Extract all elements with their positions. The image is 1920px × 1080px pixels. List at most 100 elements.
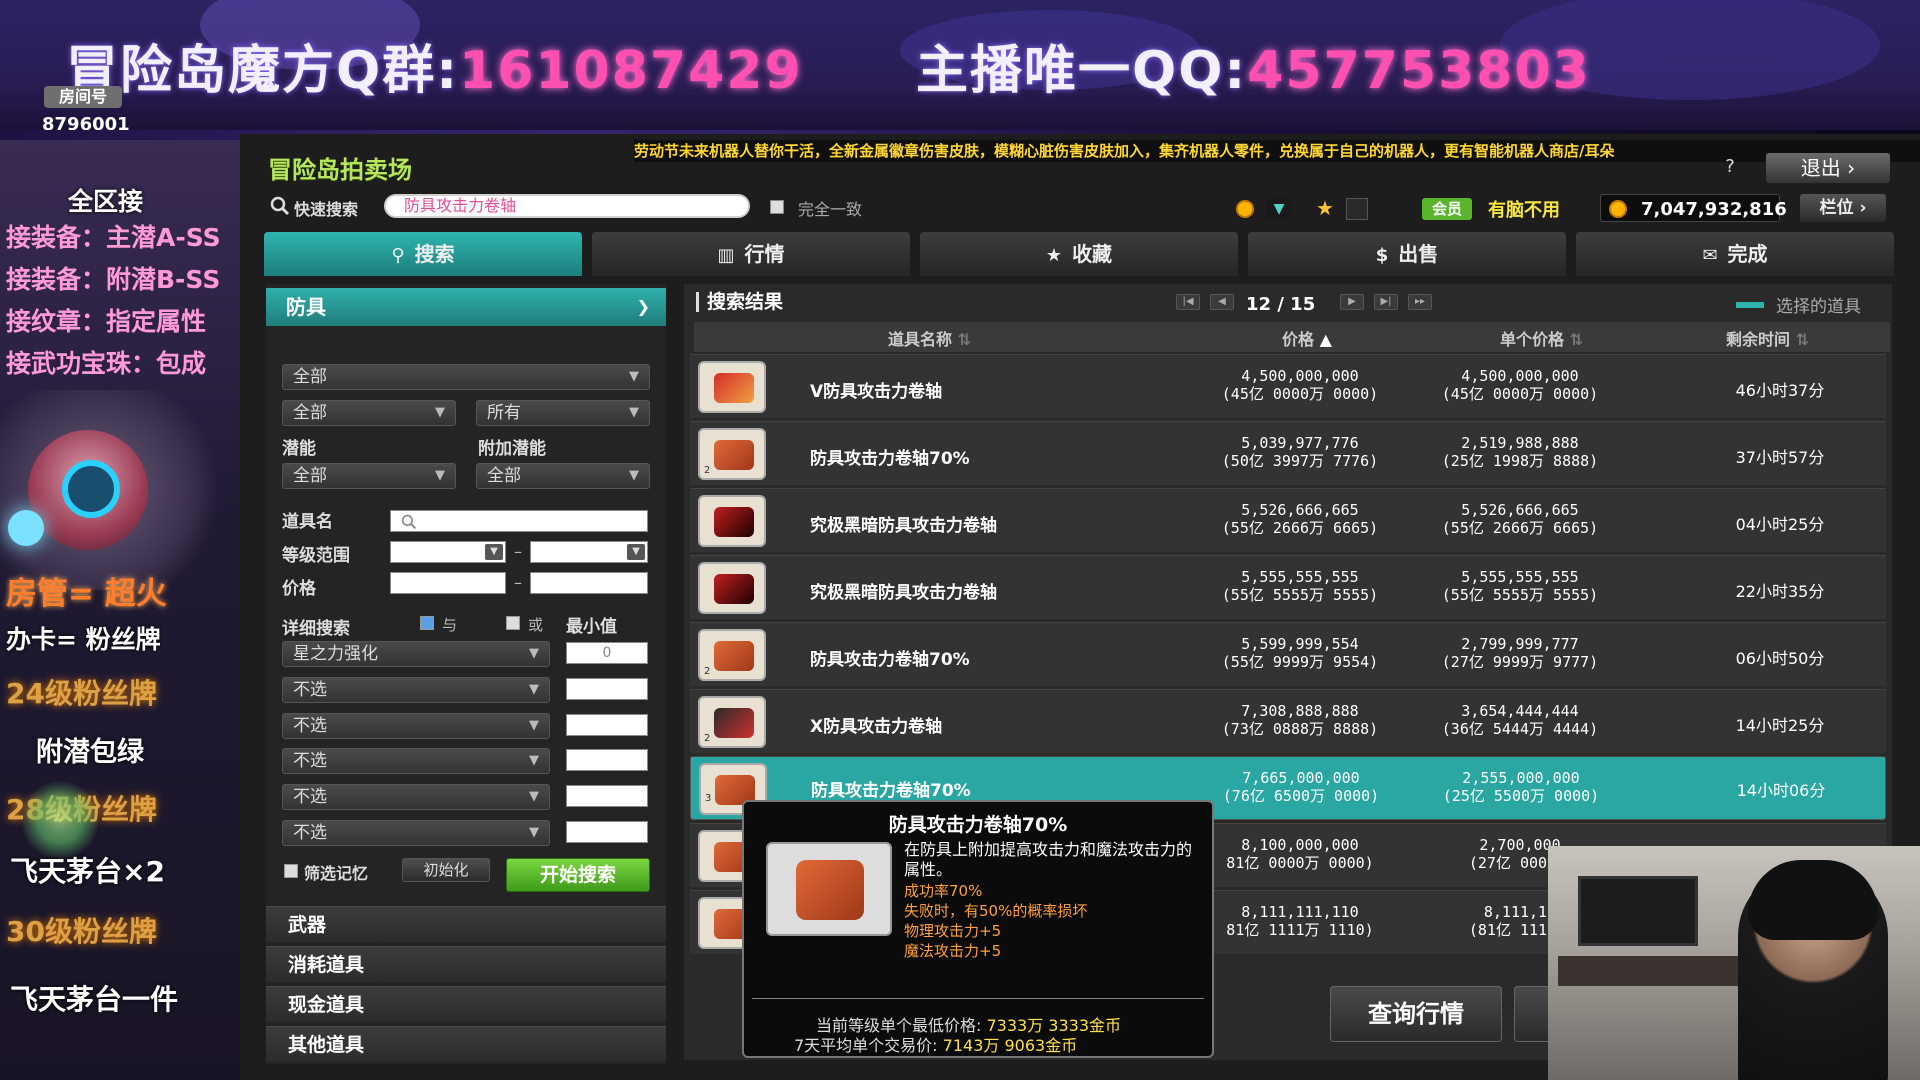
item-unit-price: 5,526,666,665 (55亿 2666万 6665) [1410,501,1630,537]
col-unit-price[interactable]: 单个价格 ⇅ [1500,326,1583,350]
remember-filter-checkbox[interactable] [284,864,298,878]
tab-market[interactable]: ▥ 行情 [592,232,910,276]
stat-min-input[interactable] [566,785,648,807]
stat-min-input[interactable] [566,821,648,843]
category-header-armor[interactable]: 防具 ❯ [266,288,666,326]
first-page-button[interactable]: |◀ [1176,294,1200,310]
logout-button[interactable]: 退出 › [1766,153,1890,183]
bonus-potential-select[interactable]: 全部 ▼ [476,463,650,489]
price-min-input[interactable] [390,572,506,594]
item-price: 5,599,999,554 (55亿 9999万 9554) [1190,635,1410,671]
select-value: 全部 [293,367,327,387]
price-value: 5,555,555,555 [1241,568,1359,586]
result-row[interactable]: 2 防具攻击力卷轴70% 5,599,999,554 (55亿 9999万 9554)… [690,622,1886,686]
item-price: 7,665,000,000 (76亿 6500万 0000) [1191,769,1411,805]
col-item-name[interactable]: 道具名称 ⇅ [888,326,971,350]
room-badge: 房间号 [44,86,122,108]
stat-select[interactable]: 不选 ▼ [282,713,550,739]
and-label: 与 [442,616,458,634]
prev-page-button[interactable]: ◀ [1210,294,1234,310]
job-select[interactable]: 所有 ▼ [476,400,650,426]
mail-icon: ✉ [1702,245,1718,266]
last-page-button[interactable]: ▶| [1374,294,1398,310]
price-value: 4,500,000,000 [1241,367,1359,385]
scroll-icon [698,361,766,413]
stat-select[interactable]: 不选 ▼ [282,820,550,846]
col-price[interactable]: 价格 ▲ [1282,326,1332,350]
result-row[interactable]: 究极黑暗防具攻击力卷轴 5,555,555,555 (55亿 5555万 5555)… [690,555,1886,619]
chevron-down-icon: ▼ [529,753,539,768]
price-cn: 81亿 0000万 0000) [1226,854,1374,872]
item-unit-price: 5,555,555,555 (55亿 5555万 5555) [1410,568,1630,604]
item-quantity: 2 [704,666,711,677]
level-max-select[interactable]: ▼ [530,541,648,563]
result-row[interactable]: V防具攻击力卷轴 4,500,000,000 (45亿 0000万 0000) 4,5… [690,354,1886,418]
item-time-left: 06小时50分 [1735,649,1825,668]
favorite-star-icon[interactable]: ★ [1316,196,1334,220]
sort-icon: ⇅ [1569,330,1583,349]
sort-icon: ⇅ [957,330,971,349]
stat-select[interactable]: 不选 ▼ [282,677,550,703]
price-cn: (45亿 0000万 0000) [1221,385,1379,403]
unit-price-cn: (55亿 2666万 6665) [1441,519,1599,537]
tab-favorites[interactable]: ★ 收藏 [920,232,1238,276]
scroll-icon [766,842,892,936]
result-row[interactable]: 2 防具攻击力卷轴70% 5,039,977,776 (50亿 3997万 7776)… [690,421,1886,485]
unit-price-value: 5,526,666,665 [1461,501,1579,519]
category-weapon[interactable]: 武器 [266,906,666,942]
col-time-left[interactable]: 剩余时间 ⇅ [1726,326,1809,350]
tooltip-stat: 物理攻击力+5 [904,922,1002,940]
column-label: 价格 [1282,330,1315,349]
select-value: 不选 [293,751,327,771]
category-consumable[interactable]: 消耗道具 [266,946,666,982]
webcam-overlay [1548,846,1920,1080]
qq-group-label: 冒险岛魔方Q群: [66,41,460,101]
selected-item-swatch [1736,302,1764,308]
jump-page-button[interactable]: ▸▸ [1408,294,1432,310]
select-value: 不选 [293,716,327,736]
result-row[interactable]: 究极黑暗防具攻击力卷轴 5,526,666,665 (55亿 2666万 6665)… [690,488,1886,552]
meso-balance: 7,047,932,816 [1600,194,1787,222]
auction-title: 冒险岛拍卖场 [268,156,412,184]
stat-min-input[interactable] [566,749,648,771]
and-checkbox[interactable] [420,616,434,630]
result-row[interactable]: 2 X防具攻击力卷轴 7,308,888,888 (73亿 0888万 8888) 3,… [690,689,1886,753]
category-other[interactable]: 其他道具 [266,1026,666,1062]
coin-filter-dropdown[interactable]: ▼ [1266,198,1292,220]
stat-select[interactable]: 不选 ▼ [282,748,550,774]
item-time-left: 37小时57分 [1735,448,1825,467]
tab-sell[interactable]: $ 出售 [1248,232,1566,276]
range-dash: – [514,542,522,561]
slot-button[interactable]: 栏位 › [1800,194,1886,222]
price-max-input[interactable] [530,572,648,594]
detail-search-label: 详细搜索 [282,619,350,639]
quick-search-input[interactable]: 防具攻击力卷轴 [384,194,750,218]
item-name-input[interactable] [390,510,648,532]
favorite-checkbox[interactable] [1346,198,1368,220]
stat-min-input[interactable]: 0 [566,642,648,664]
help-button[interactable]: ? [1710,156,1750,182]
exact-match-checkbox[interactable] [770,200,784,214]
stat-select[interactable]: 星之力强化 ▼ [282,641,550,667]
chevron-down-icon: ▼ [629,405,639,420]
tab-search[interactable]: ⚲ 搜索 [264,232,582,276]
item-price: 5,526,666,665 (55亿 2666万 6665) [1190,501,1410,537]
next-page-button[interactable]: ▶ [1340,294,1364,310]
unit-price-value: 2,519,988,888 [1461,434,1579,452]
type-select[interactable]: 全部 ▼ [282,364,650,390]
category-cash[interactable]: 现金道具 [266,986,666,1022]
stat-select[interactable]: 不选 ▼ [282,784,550,810]
subtype-select[interactable]: 全部 ▼ [282,400,456,426]
or-checkbox[interactable] [506,616,520,630]
tab-complete[interactable]: ✉ 完成 [1576,232,1894,276]
stat-min-input[interactable] [566,678,648,700]
level-min-select[interactable]: ▼ [390,541,506,563]
query-market-button[interactable]: 查询行情 [1330,986,1502,1042]
stat-min-input[interactable] [566,714,648,736]
reset-button[interactable]: 初始化 [402,858,490,882]
qq-group-number: 161087429 [459,41,803,101]
host-qq-number: 457753803 [1247,41,1591,101]
start-search-button[interactable]: 开始搜索 [506,858,650,892]
potential-select[interactable]: 全部 ▼ [282,463,456,489]
coin-filter-icon[interactable] [1236,200,1254,218]
